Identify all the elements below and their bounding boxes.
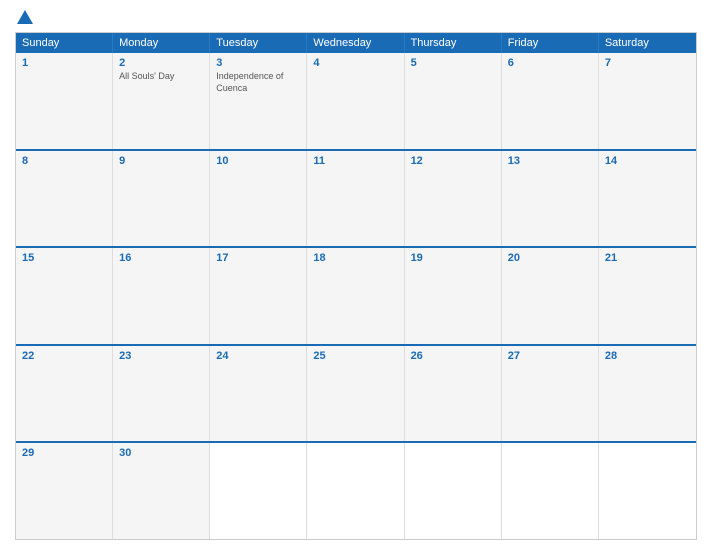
day-number: 8 <box>22 155 106 167</box>
day-cell: 29 <box>16 443 113 539</box>
day-number: 29 <box>22 447 106 459</box>
day-number: 13 <box>508 155 592 167</box>
week-row-5: 29 30 <box>16 441 696 539</box>
day-number: 14 <box>605 155 690 167</box>
day-cell: 15 <box>16 248 113 344</box>
day-cell: 6 <box>502 53 599 149</box>
day-cell: 11 <box>307 151 404 247</box>
day-cell: 2 All Souls' Day <box>113 53 210 149</box>
day-cell: 28 <box>599 346 696 442</box>
day-number: 27 <box>508 350 592 362</box>
day-number: 17 <box>216 252 300 264</box>
day-cell: 24 <box>210 346 307 442</box>
day-header-wednesday: Wednesday <box>307 33 404 53</box>
day-number: 21 <box>605 252 690 264</box>
day-number: 20 <box>508 252 592 264</box>
day-cell <box>307 443 404 539</box>
day-cell <box>599 443 696 539</box>
day-headers-row: SundayMondayTuesdayWednesdayThursdayFrid… <box>16 33 696 53</box>
day-cell: 8 <box>16 151 113 247</box>
day-header-saturday: Saturday <box>599 33 696 53</box>
logo <box>15 10 35 24</box>
day-header-thursday: Thursday <box>405 33 502 53</box>
day-number: 30 <box>119 447 203 459</box>
day-cell: 30 <box>113 443 210 539</box>
day-cell: 13 <box>502 151 599 247</box>
day-number: 25 <box>313 350 397 362</box>
week-row-2: 8 9 10 11 12 13 14 <box>16 149 696 247</box>
day-number: 24 <box>216 350 300 362</box>
day-number: 7 <box>605 57 690 69</box>
day-cell: 20 <box>502 248 599 344</box>
day-number: 28 <box>605 350 690 362</box>
day-number: 18 <box>313 252 397 264</box>
day-number: 6 <box>508 57 592 69</box>
day-cell: 16 <box>113 248 210 344</box>
day-number: 19 <box>411 252 495 264</box>
week-row-1: 1 2 All Souls' Day 3 Independence of Cuenca 4… <box>16 53 696 149</box>
week-row-4: 22 23 24 25 26 27 28 <box>16 344 696 442</box>
day-number: 2 <box>119 57 203 69</box>
day-cell: 25 <box>307 346 404 442</box>
day-cell: 23 <box>113 346 210 442</box>
day-number: 15 <box>22 252 106 264</box>
weeks-container: 12All Souls' Day3Independence of Cuenca4… <box>16 53 696 539</box>
day-cell: 4 <box>307 53 404 149</box>
day-number: 3 <box>216 57 300 69</box>
day-number: 10 <box>216 155 300 167</box>
day-cell: 1 <box>16 53 113 149</box>
day-cell: 10 <box>210 151 307 247</box>
day-number: 16 <box>119 252 203 264</box>
day-number: 12 <box>411 155 495 167</box>
day-header-friday: Friday <box>502 33 599 53</box>
day-cell: 9 <box>113 151 210 247</box>
day-cell <box>502 443 599 539</box>
day-cell: 22 <box>16 346 113 442</box>
day-header-sunday: Sunday <box>16 33 113 53</box>
day-cell: 27 <box>502 346 599 442</box>
day-cell: 17 <box>210 248 307 344</box>
day-cell: 26 <box>405 346 502 442</box>
day-cell <box>405 443 502 539</box>
day-number: 5 <box>411 57 495 69</box>
calendar-page: SundayMondayTuesdayWednesdayThursdayFrid… <box>0 0 712 550</box>
day-cell: 12 <box>405 151 502 247</box>
event-text: Independence of Cuenca <box>216 71 300 94</box>
day-number: 26 <box>411 350 495 362</box>
day-header-tuesday: Tuesday <box>210 33 307 53</box>
event-text: All Souls' Day <box>119 71 203 83</box>
day-number: 22 <box>22 350 106 362</box>
day-number: 4 <box>313 57 397 69</box>
day-cell: 19 <box>405 248 502 344</box>
day-cell: 3 Independence of Cuenca <box>210 53 307 149</box>
day-number: 23 <box>119 350 203 362</box>
day-cell: 18 <box>307 248 404 344</box>
day-cell <box>210 443 307 539</box>
day-cell: 5 <box>405 53 502 149</box>
day-number: 1 <box>22 57 106 69</box>
day-number: 9 <box>119 155 203 167</box>
header <box>15 10 697 24</box>
logo-triangle-icon <box>17 10 33 24</box>
calendar-grid: SundayMondayTuesdayWednesdayThursdayFrid… <box>15 32 697 540</box>
week-row-3: 15 16 17 18 19 20 21 <box>16 246 696 344</box>
day-cell: 21 <box>599 248 696 344</box>
day-header-monday: Monday <box>113 33 210 53</box>
day-number: 11 <box>313 155 397 167</box>
day-cell: 14 <box>599 151 696 247</box>
day-cell: 7 <box>599 53 696 149</box>
